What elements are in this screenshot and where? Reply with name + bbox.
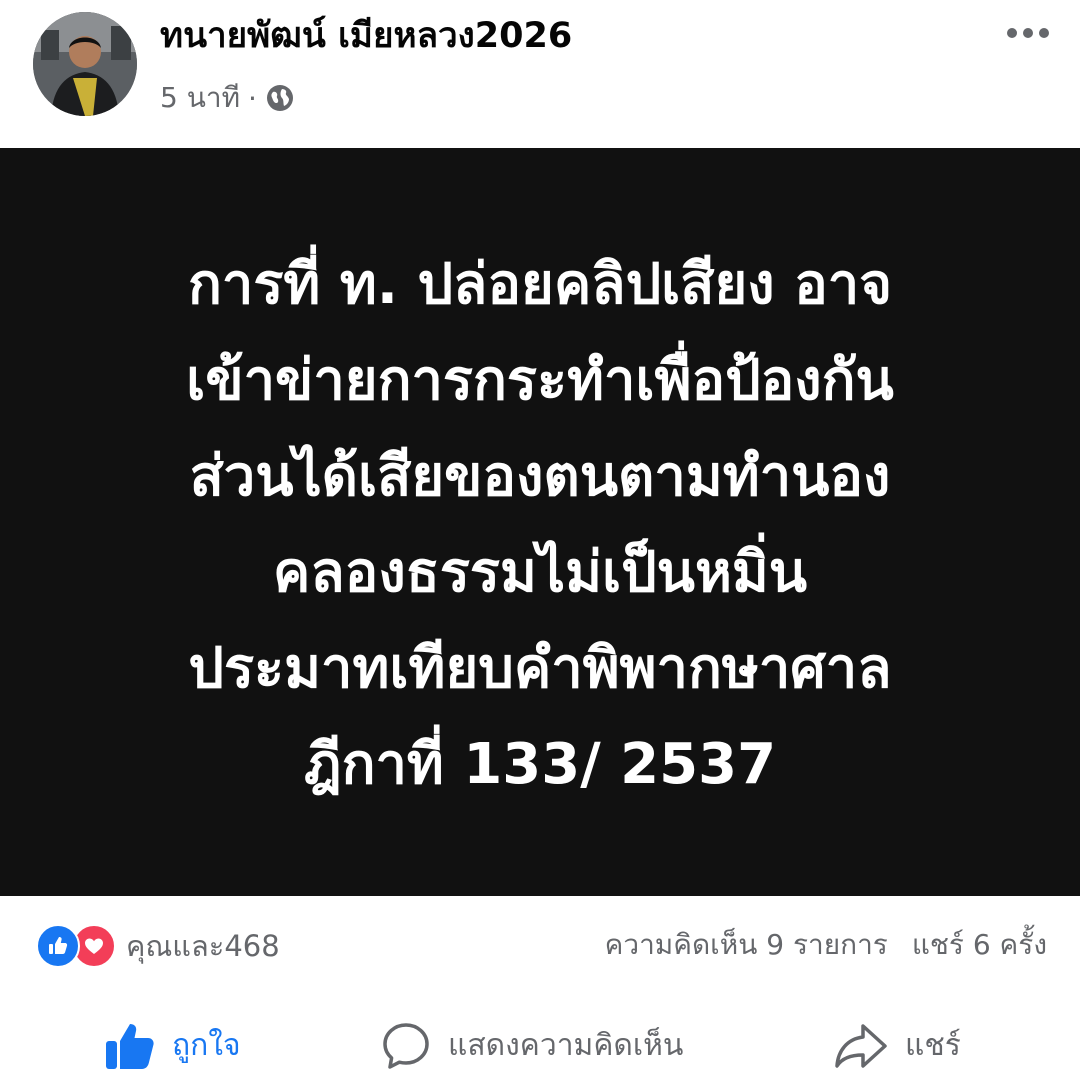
thumbs-up-icon — [104, 1020, 156, 1072]
share-label: แชร์ — [905, 1028, 961, 1063]
image-text-line: ประมาทเทียบคำพิพากษาศาล — [188, 636, 892, 701]
post-meta: 5 นาที · — [160, 78, 295, 118]
reactions-summary[interactable]: คุณและ468 — [36, 923, 280, 969]
share-arrow-icon — [833, 1020, 889, 1072]
like-label: ถูกใจ — [172, 1028, 241, 1063]
action-bar: ถูกใจ แสดงความคิดเห็น แชร์ — [0, 1012, 1080, 1079]
image-text-line: คลองธรรมไม่เป็นหมิ่น — [272, 540, 808, 605]
image-text: การที่ ท. ปล่อยคลิปเสียง อาจ เข้าข่ายการ… — [40, 237, 1040, 813]
comment-button[interactable]: แสดงความคิดเห็น — [380, 1012, 683, 1079]
more-horizontal-icon — [1007, 28, 1017, 38]
author-name[interactable]: ทนายพัฒน์ เมียหลวง2026 — [160, 14, 572, 58]
reaction-count: คุณและ468 — [126, 929, 280, 963]
comment-label: แสดงความคิดเห็น — [448, 1028, 684, 1063]
comment-count[interactable]: ความคิดเห็น 9 รายการ — [605, 923, 888, 967]
meta-separator: · — [248, 81, 257, 115]
image-text-line: เข้าข่ายการกระทำเพื่อป้องกัน — [186, 348, 894, 413]
share-count[interactable]: แชร์ 6 ครั้ง — [912, 923, 1047, 967]
share-button[interactable]: แชร์ — [833, 1012, 961, 1079]
image-text-line: การที่ ท. ปล่อยคลิปเสียง อาจ — [187, 252, 893, 317]
more-options-button[interactable] — [995, 14, 1061, 52]
like-icon — [36, 924, 80, 968]
post-header: ทนายพัฒน์ เมียหลวง2026 5 นาที · — [0, 0, 1080, 148]
avatar[interactable] — [33, 12, 137, 116]
engagement-counts: ความคิดเห็น 9 รายการ แชร์ 6 ครั้ง — [605, 923, 1047, 967]
post-image[interactable]: การที่ ท. ปล่อยคลิปเสียง อาจ เข้าข่ายการ… — [0, 148, 1080, 896]
comment-bubble-icon — [380, 1020, 432, 1072]
post-time[interactable]: 5 นาที — [160, 76, 240, 120]
image-text-line: ฎีกาที่ 133/ 2537 — [303, 732, 777, 797]
post-stats: คุณและ468 ความคิดเห็น 9 รายการ แชร์ 6 คร… — [0, 905, 1080, 985]
globe-icon[interactable] — [265, 83, 295, 113]
image-text-line: ส่วนได้เสียของตนตามทำนอง — [189, 444, 891, 509]
like-button[interactable]: ถูกใจ — [104, 1012, 241, 1079]
